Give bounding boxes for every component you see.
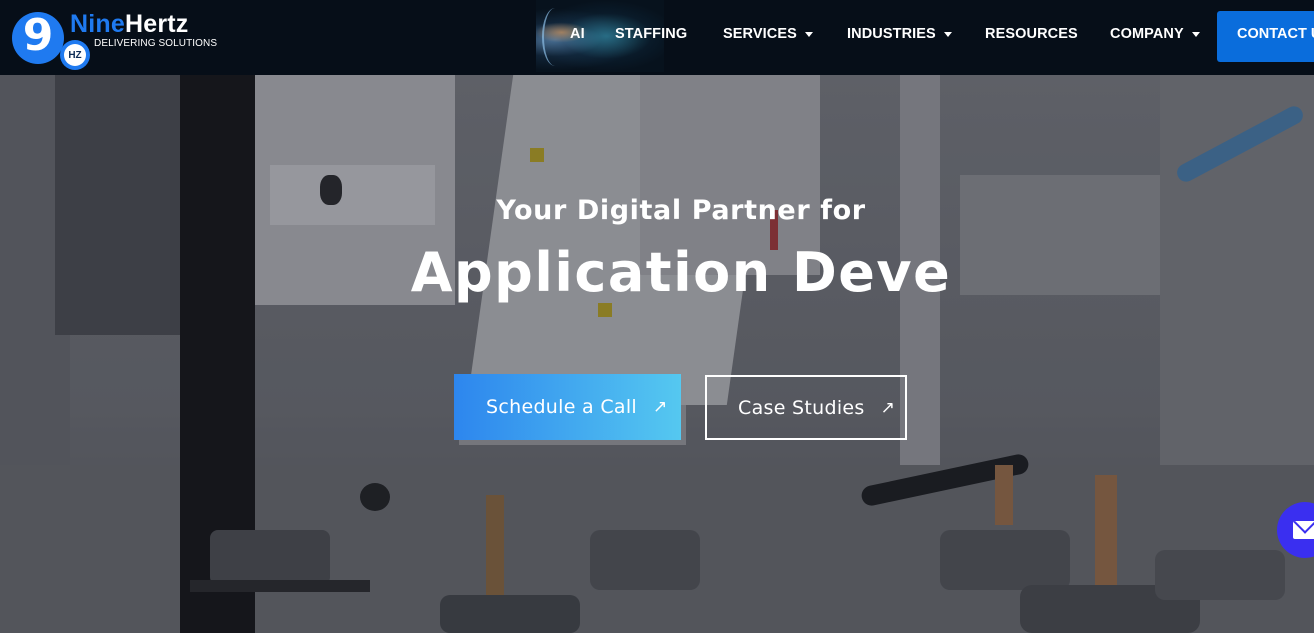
caret-down-icon xyxy=(804,31,813,37)
case-studies-label: Case Studies xyxy=(738,396,865,419)
caret-down-icon xyxy=(943,31,952,37)
caret-down-icon xyxy=(1191,31,1200,37)
logo-mark: 9 xyxy=(12,10,64,64)
hero-title: Application Deve xyxy=(410,241,952,304)
nav-item-industries[interactable]: INDUSTRIES xyxy=(847,26,952,42)
schedule-call-button[interactable]: Schedule a Call ↗ xyxy=(454,374,681,440)
nav-item-resources[interactable]: RESOURCES xyxy=(985,26,1078,42)
ai-head-graphic xyxy=(542,8,568,66)
logo-badge-text: HZ xyxy=(64,44,86,66)
hero-subtitle: Your Digital Partner for xyxy=(496,195,866,226)
nav-item-company[interactable]: COMPANY xyxy=(1110,26,1200,42)
brand-tagline: DELIVERING SOLUTIONS xyxy=(94,38,218,49)
nav-item-label: STAFFING xyxy=(615,26,688,42)
brand-name: NineHertz xyxy=(70,10,189,38)
nav-item-ai[interactable]: AI xyxy=(570,26,585,42)
logo-glyph: 9 xyxy=(22,10,54,61)
nav-item-label: RESOURCES xyxy=(985,26,1078,42)
nav-item-label: SERVICES xyxy=(723,26,797,42)
nav-item-staffing[interactable]: STAFFING xyxy=(615,26,687,42)
brand-name-part1: Nine xyxy=(70,10,125,38)
arrow-up-right-icon: ↗ xyxy=(653,397,668,417)
schedule-call-label: Schedule a Call xyxy=(486,396,637,418)
envelope-icon xyxy=(1293,521,1314,539)
hero-overlay xyxy=(0,75,1314,633)
nav-item-label: COMPANY xyxy=(1110,26,1184,42)
nav-item-services[interactable]: SERVICES xyxy=(723,26,813,42)
logo[interactable]: 9 HZ NineHertz DELIVERING SOLUTIONS xyxy=(10,8,220,70)
arrow-up-right-icon: ↗ xyxy=(880,397,896,418)
contact-us-button[interactable]: CONTACT US xyxy=(1217,11,1314,62)
case-studies-button[interactable]: Case Studies ↗ xyxy=(705,375,907,440)
nav-item-label: AI xyxy=(570,26,585,42)
brand-name-part2: Hertz xyxy=(124,10,189,38)
logo-badge: HZ xyxy=(60,40,90,70)
hero-section: Your Digital Partner for Application Dev… xyxy=(0,75,1314,633)
site-header: 9 HZ NineHertz DELIVERING SOLUTIONS AI S… xyxy=(0,0,1314,75)
nav-item-label: INDUSTRIES xyxy=(847,26,936,42)
